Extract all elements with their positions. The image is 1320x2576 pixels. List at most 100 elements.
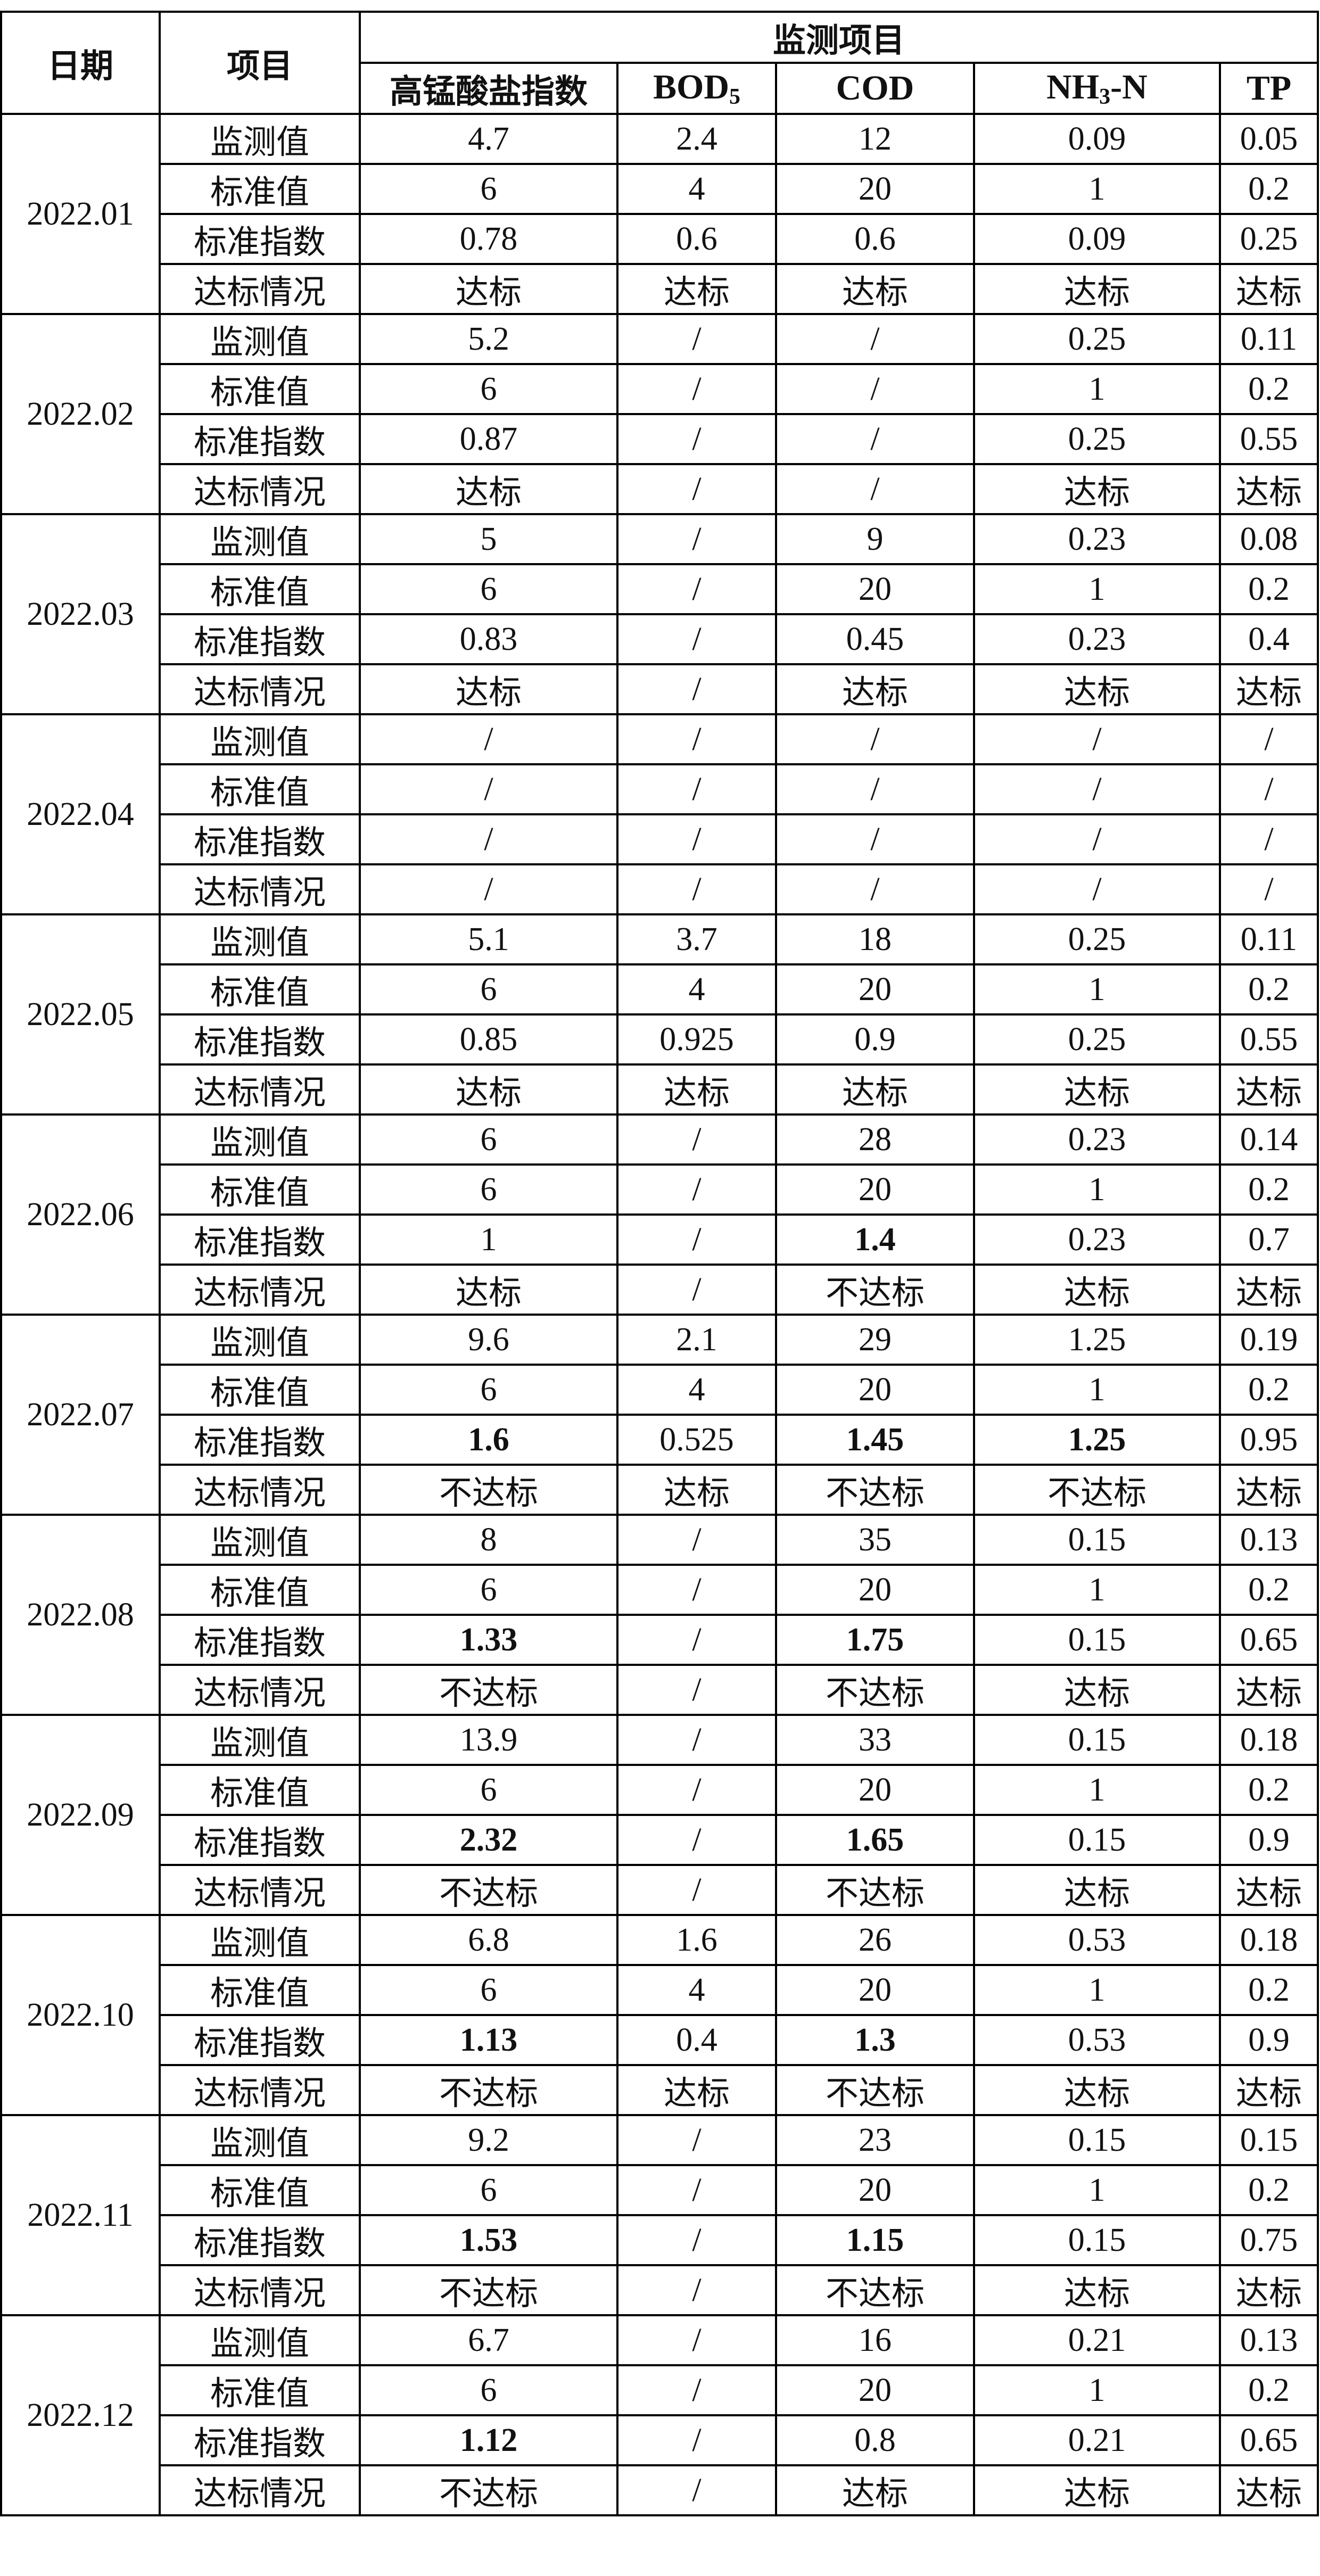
table-row: 达标情况 达标 / 达标 达标 达标	[1, 663, 1319, 715]
header-date: 日期	[0, 11, 161, 115]
nh3n-value-cell: 达标	[973, 1063, 1221, 1116]
bod5-value-cell: /	[616, 1664, 777, 1716]
row-label-cell: 达标情况	[159, 1264, 361, 1316]
nh3n-value-cell: 达标	[973, 1664, 1221, 1716]
nh3n-value-cell: 0.15	[973, 2214, 1221, 2266]
table-row: 标准指数 0.78 0.6 0.6 0.09 0.25	[1, 213, 1319, 265]
header-nh3n-post: -N	[1110, 68, 1148, 106]
nh3n-value-cell: 0.15	[973, 1814, 1221, 1866]
row-label-cell: 达标情况	[159, 2464, 361, 2516]
bod5-value-cell: /	[616, 2214, 777, 2266]
row-label-cell: 监测值	[159, 1514, 361, 1566]
tp-value-cell: 达标	[1218, 1664, 1319, 1716]
nh3n-value-cell: 0.15	[973, 1614, 1221, 1666]
date-cell: 2022.02	[0, 313, 161, 515]
row-label-cell: 监测值	[159, 1914, 361, 1966]
permanganate-index-value-cell: 6	[359, 163, 618, 215]
permanganate-index-value-cell: /	[359, 813, 618, 865]
bod5-value-cell: /	[616, 713, 777, 765]
nh3n-value-cell: 1	[973, 963, 1221, 1015]
permanganate-index-value-cell: 1.13	[359, 2014, 618, 2066]
tp-value-cell: 0.55	[1218, 413, 1319, 465]
tp-value-cell: 0.9	[1218, 1814, 1319, 1866]
bod5-value-cell: 达标	[616, 263, 777, 315]
table-row: 标准值 / / / / /	[1, 763, 1319, 815]
nh3n-value-cell: 1	[973, 2164, 1221, 2216]
bod5-value-cell: /	[616, 863, 777, 915]
cod-value-cell: 达标	[775, 263, 975, 315]
nh3n-value-cell: 0.15	[973, 1514, 1221, 1566]
table-row: 标准指数 1.6 0.525 1.45 1.25 0.95	[1, 1414, 1319, 1466]
row-label-cell: 标准值	[159, 1564, 361, 1616]
tp-value-cell: 达标	[1218, 1063, 1319, 1116]
bod5-value-cell: 4	[616, 963, 777, 1015]
table-row: 2022.08 监测值 8/35 0.15 0.13	[0, 1514, 1319, 1716]
table-row: 2022.11 监测值 9.2/23 0.15 0.15	[0, 2114, 1319, 2316]
bod5-value-cell: /	[616, 1163, 777, 1216]
bod5-value-cell: /	[616, 1814, 777, 1866]
nh3n-value-cell: 达标	[973, 2464, 1221, 2516]
tp-value-cell: 0.15	[1218, 2114, 1319, 2166]
permanganate-index-value-cell: 6	[359, 363, 618, 415]
table-row: 达标情况 不达标 达标 不达标 达标 达标	[1, 2064, 1319, 2116]
tp-value-cell: 达标	[1218, 2264, 1319, 2316]
header-nh3n-sub: 3	[1099, 85, 1111, 109]
cod-value-cell: 20	[775, 1764, 975, 1816]
permanganate-index-value-cell: 6.7	[359, 2314, 618, 2366]
cod-value-cell: 20	[775, 2164, 975, 2216]
permanganate-index-value-cell: 6	[359, 1764, 618, 1816]
nh3n-value-cell: 0.25	[973, 913, 1221, 965]
date-cell: 2022.04	[0, 713, 161, 915]
permanganate-index-value-cell: 达标	[359, 663, 618, 715]
nh3n-value-cell: 达标	[973, 1864, 1221, 1916]
nh3n-value-cell: 1	[973, 1364, 1221, 1416]
bod5-value-cell: /	[616, 413, 777, 465]
cod-value-cell: 1.15	[775, 2214, 975, 2266]
permanganate-index-value-cell: 6	[359, 2364, 618, 2416]
permanganate-index-value-cell: 9.6	[359, 1314, 618, 1366]
row-label-cell: 标准指数	[159, 613, 361, 665]
row-label-cell: 标准值	[159, 1163, 361, 1216]
table-row: 达标情况 不达标 / 不达标 达标 达标	[1, 1864, 1319, 1916]
row-label-cell: 监测值	[159, 1113, 361, 1166]
bod5-value-cell: /	[616, 613, 777, 665]
nh3n-value-cell: 不达标	[973, 1464, 1221, 1516]
cod-value-cell: /	[775, 813, 975, 865]
cod-value-cell: 不达标	[775, 2264, 975, 2316]
bod5-value-cell: /	[616, 2464, 777, 2516]
cod-value-cell: /	[775, 763, 975, 815]
tp-value-cell: 0.2	[1218, 2364, 1319, 2416]
table-row: 达标情况 不达标 / 达标 达标 达标	[1, 2464, 1319, 2516]
row-label-cell: 标准指数	[159, 2214, 361, 2266]
bod5-value-cell: /	[616, 313, 777, 365]
bod5-value-cell: 达标	[616, 2064, 777, 2116]
nh3n-value-cell: /	[973, 763, 1221, 815]
table-row: 达标情况 达标 达标 达标 达标 达标	[1, 1063, 1319, 1116]
tp-value-cell: 0.2	[1218, 1364, 1319, 1416]
tp-value-cell: 0.9	[1218, 2014, 1319, 2066]
nh3n-value-cell: /	[973, 863, 1221, 915]
bod5-value-cell: /	[616, 463, 777, 515]
table-row: 2022.06 监测值 6/28 0.23 0.14	[0, 1113, 1319, 1316]
bod5-value-cell: /	[616, 1264, 777, 1316]
table-row: 标准值 6/20 1 0.2	[1, 1163, 1319, 1216]
tp-value-cell: 0.65	[1218, 1614, 1319, 1666]
table-row: 2022.12 监测值 6.7/16 0.21 0.13	[0, 2314, 1319, 2516]
tp-value-cell: 0.2	[1218, 1564, 1319, 1616]
header-bod5-sub: 5	[729, 85, 741, 109]
permanganate-index-value-cell: 不达标	[359, 1664, 618, 1716]
cod-value-cell: 0.6	[775, 213, 975, 265]
row-label-cell: 标准值	[159, 563, 361, 615]
cod-value-cell: 不达标	[775, 2064, 975, 2116]
table-row: 标准指数 1.53/1.15 0.15 0.75	[1, 2214, 1319, 2266]
permanganate-index-value-cell: /	[359, 763, 618, 815]
tp-value-cell: 0.14	[1218, 1113, 1319, 1166]
nh3n-value-cell: /	[973, 713, 1221, 765]
tp-value-cell: 0.08	[1218, 513, 1319, 565]
nh3n-value-cell: 0.21	[973, 2414, 1221, 2466]
bod5-value-cell: 4	[616, 1964, 777, 2016]
permanganate-index-value-cell: 6	[359, 963, 618, 1015]
permanganate-index-value-cell: 13.9	[359, 1714, 618, 1766]
tp-value-cell: 0.25	[1218, 213, 1319, 265]
bod5-value-cell: 1.6	[616, 1914, 777, 1966]
